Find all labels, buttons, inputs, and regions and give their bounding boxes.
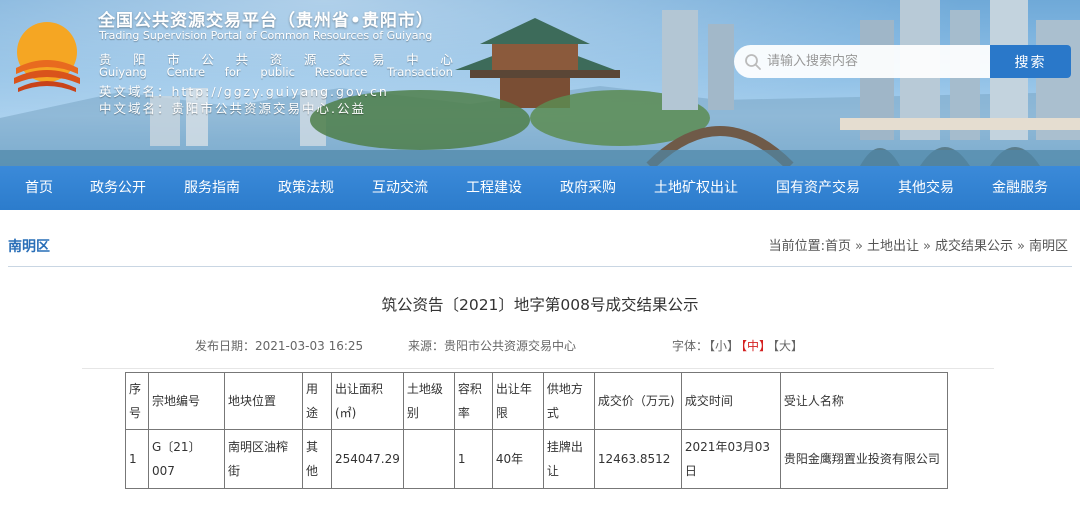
nav-item-land-mining[interactable]: 土地矿权出让 [654,166,738,210]
nav-item-service-guide[interactable]: 服务指南 [184,166,240,210]
font-size-label: 字体： [672,339,709,353]
breadcrumb-results[interactable]: 成交结果公示 [935,239,1013,254]
table-cell [402,429,455,489]
source-label: 来源： [408,339,445,353]
table-header-cell: 出让面积(㎡) [331,372,404,430]
center-name-word: Centre [166,65,206,79]
table-cell: 254047.29 [331,429,404,489]
article-title: 筑公资告〔2021〕地字第008号成交结果公示 [381,296,699,314]
table-header-cell: 容积率 [453,372,493,430]
publish-date-value: 2021-03-03 16:25 [255,339,364,353]
nav-item-construction[interactable]: 工程建设 [466,166,522,210]
site-logo-icon [14,22,80,92]
breadcrumb-land-transfer[interactable]: 土地出让 [867,239,919,254]
nav-item-interaction[interactable]: 互动交流 [372,166,428,210]
search-input[interactable] [734,45,992,78]
font-size-medium-button[interactable]: 【中】 [741,339,771,353]
center-name-word: Transaction [387,65,453,79]
nav-item-other-trading[interactable]: 其他交易 [898,166,954,210]
center-name-word: public [260,65,295,79]
table-header-cell: 用途 [302,372,332,430]
center-name-word: Resource [314,65,368,79]
table-cell: 挂牌出让 [542,429,595,489]
table-header-cell: 序号 [125,372,149,430]
search-bar: 搜索 [734,45,1071,78]
source-value: 贵阳市公共资源交易中心 [444,339,577,353]
table-header-cell: 土地级别 [402,372,455,430]
table-cell: 贵阳金鹰翔置业投资有限公司 [779,429,948,489]
main-nav: 首页 政务公开 服务指南 政策法规 互动交流 工程建设 政府采购 土地矿权出让 … [0,166,1080,210]
center-name-word: Guiyang [99,65,147,79]
table-header-cell: 地块位置 [224,372,303,430]
table-header-cell: 成交价（万元) [593,372,682,430]
table-cell: 南明区油榨街 [224,429,303,489]
table-header-row: 序号 宗地编号 地块位置 用途 出让面积(㎡) 土地级别 容积率 出让年限 供地… [125,372,948,430]
breadcrumb-prefix: 当前位置: [768,239,826,254]
table-cell: G〔21〕007 [148,429,225,489]
site-title-english: Trading Supervision Portal of Common Res… [99,29,433,42]
table-header-cell: 成交时间 [680,372,781,430]
table-cell: 12463.8512 [593,429,682,489]
site-title: 全国公共资源交易平台（贵州省•贵阳市） [98,11,434,31]
font-size-large-button[interactable]: 【大】 [773,339,803,353]
chinese-domain: 中文域名：贵阳市公共资源交易中心.公益 [99,101,366,116]
breadcrumb-separator: » [923,239,931,254]
search-button[interactable]: 搜索 [990,45,1071,78]
center-name-word: for [224,65,241,79]
nav-item-financial-services[interactable]: 金融服务 [992,166,1048,210]
nav-item-policies[interactable]: 政策法规 [278,166,334,210]
article-source: 来源：贵阳市公共资源交易中心 [408,337,576,354]
font-size-switcher: 字体：【小】 【中】 【大】 [672,337,804,354]
breadcrumb-current[interactable]: 南明区 [1029,239,1068,254]
nav-item-government-affairs[interactable]: 政务公开 [90,166,146,210]
breadcrumb: 当前位置:首页» 土地出让» 成交结果公示» 南明区 [769,235,1068,254]
table-row: 1 G〔21〕007 南明区油榨街 其他 254047.29 1 40年 挂牌出… [125,429,948,489]
publish-date: 发布日期：2021-03-03 16:25 [195,337,363,354]
nav-item-home[interactable]: 首页 [25,166,53,210]
header-banner: 全国公共资源交易平台（贵州省•贵阳市） Trading Supervision … [0,0,1080,166]
table-header-cell: 供地方式 [542,372,595,430]
table-cell: 2021年03月03日 [680,429,781,489]
table-cell: 1 [453,429,493,489]
publish-date-label: 发布日期： [195,339,256,353]
breadcrumb-home[interactable]: 首页 [825,239,851,254]
table-cell: 其他 [302,429,332,489]
search-icon [745,54,761,70]
results-table: 序号 宗地编号 地块位置 用途 出让面积(㎡) 土地级别 容积率 出让年限 供地… [125,372,948,489]
center-name-en: Guiyang Centre for public Resource Trans… [99,65,453,79]
table-header-cell: 受让人名称 [779,372,948,430]
table-header-cell: 出让年限 [491,372,544,430]
section-divider [8,266,1072,267]
nav-item-procurement[interactable]: 政府采购 [560,166,616,210]
nav-item-state-assets[interactable]: 国有资产交易 [776,166,860,210]
font-size-small-button[interactable]: 【小】 [709,339,739,353]
table-cell: 40年 [491,429,544,489]
section-title: 南明区 [8,239,50,255]
table-cell: 1 [125,429,149,489]
breadcrumb-separator: » [855,239,864,254]
table-header-cell: 宗地编号 [148,372,225,430]
breadcrumb-separator: » [1017,239,1025,254]
